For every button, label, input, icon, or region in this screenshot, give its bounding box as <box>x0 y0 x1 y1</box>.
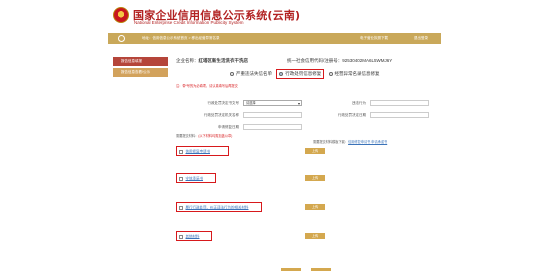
checkbox-icon[interactable] <box>179 206 183 210</box>
violation-input[interactable] <box>370 100 429 106</box>
required-hint: 注：带*号的为必填项，请认真填写后再提交 <box>176 84 238 88</box>
breadcrumb: 地址：信用信息公示系统首页 > 移出经营异常名录 <box>142 36 220 40</box>
checkbox-icon[interactable] <box>179 235 183 239</box>
national-emblem-icon <box>113 7 129 23</box>
apply-date-label: 申请修复日期 <box>218 125 239 129</box>
company-name-label: 企业名称： <box>176 58 199 63</box>
penalty-date-label: 行政处罚决定日期 <box>338 113 366 117</box>
upload-button[interactable]: 上传 <box>305 175 325 181</box>
violation-label: 违法行为 <box>352 101 366 105</box>
penalty-authority-label: 行政处罚决定机关名称 <box>204 113 239 117</box>
home-icon[interactable] <box>118 35 125 42</box>
materials-note: 需要提交材料：(以下材料均需加盖公章) <box>176 134 233 138</box>
document-link[interactable]: 其他材料 <box>186 234 200 238</box>
upload-button[interactable]: 上传 <box>305 204 325 210</box>
checkbox-icon[interactable] <box>179 150 183 154</box>
credit-code-value: 92530402MA6L5WMJ6Y <box>342 58 393 63</box>
checkbox-icon[interactable] <box>179 177 183 181</box>
document-item: 信用修复申请书 <box>176 146 229 156</box>
radio-abnormal-list[interactable]: 经营异常名录信息修复 <box>328 71 380 77</box>
company-name-value: 红塔区新生活洗衣干洗店 <box>198 58 249 63</box>
template-download-link[interactable]: 信用修复申请书 申请承诺书 <box>348 140 387 144</box>
site-subtitle: National Enterprise Credit Information P… <box>134 20 244 25</box>
radio-checked-icon <box>279 71 284 76</box>
document-item: 履行行政处罚、纠正违法行为的相关材料 <box>176 202 262 212</box>
penalty-authority-input[interactable] <box>243 112 302 118</box>
document-link[interactable]: 履行行政处罚、纠正违法行为的相关材料 <box>186 205 249 209</box>
upload-button[interactable]: 上传 <box>305 233 325 239</box>
document-row: 信用修复申请书 上传 <box>176 146 336 156</box>
site-header: 国家企业信用信息公示系统(云南) National Enterprise Cre… <box>0 0 554 32</box>
template-download-note: 需要提交材料模板下载：信用修复申请书 申请承诺书 <box>313 140 388 144</box>
document-row: 守信承诺书 上传 <box>176 173 336 183</box>
top-navbar: 地址：信用信息公示系统首页 > 移出经营异常名录 电子营业执照下载 退出登录 <box>108 33 441 44</box>
sidebar-item-report-fill[interactable]: 报告信息填报 <box>113 57 168 66</box>
apply-date-input[interactable] <box>243 124 302 130</box>
sidebar-item-report-view[interactable]: 报告信息查看/公示 <box>113 68 168 77</box>
credit-code-label: 统一社会信用代码/注册号： <box>287 58 343 63</box>
radio-circle-icon <box>328 71 333 76</box>
radio-serious-dishonest[interactable]: 严重违法失信名单 <box>230 71 272 77</box>
upload-button[interactable]: 上传 <box>305 148 325 154</box>
document-row: 履行行政处罚、纠正违法行为的相关材料 上传 <box>176 202 336 212</box>
document-row: 其他材料 上传 <box>176 231 336 241</box>
penalty-doc-number-select[interactable]: 请选择 <box>243 100 302 106</box>
sidebar: 报告信息填报 报告信息查看/公示 <box>113 57 168 79</box>
document-item: 守信承诺书 <box>176 173 216 183</box>
penalty-doc-number-label: 行政处罚决定书文号 <box>207 101 240 105</box>
radio-circle-icon <box>230 71 234 76</box>
credit-code: 统一社会信用代码/注册号：92530402MA6L5WMJ6Y <box>287 58 392 64</box>
company-name: 企业名称：红塔区新生活洗衣干洗店 <box>176 58 248 64</box>
document-link[interactable]: 信用修复申请书 <box>186 149 211 153</box>
document-item: 其他材料 <box>176 231 212 241</box>
logout-link[interactable]: 退出登录 <box>414 36 428 41</box>
document-link[interactable]: 守信承诺书 <box>186 176 204 180</box>
radio-admin-penalty[interactable]: 行政处罚信息修复 <box>276 69 325 79</box>
license-download-link[interactable]: 电子营业执照下载 <box>360 36 388 41</box>
penalty-date-input[interactable] <box>370 112 429 118</box>
repair-type-radio-group: 严重违法失信名单 行政处罚信息修复 经营异常名录信息修复 <box>230 69 383 79</box>
